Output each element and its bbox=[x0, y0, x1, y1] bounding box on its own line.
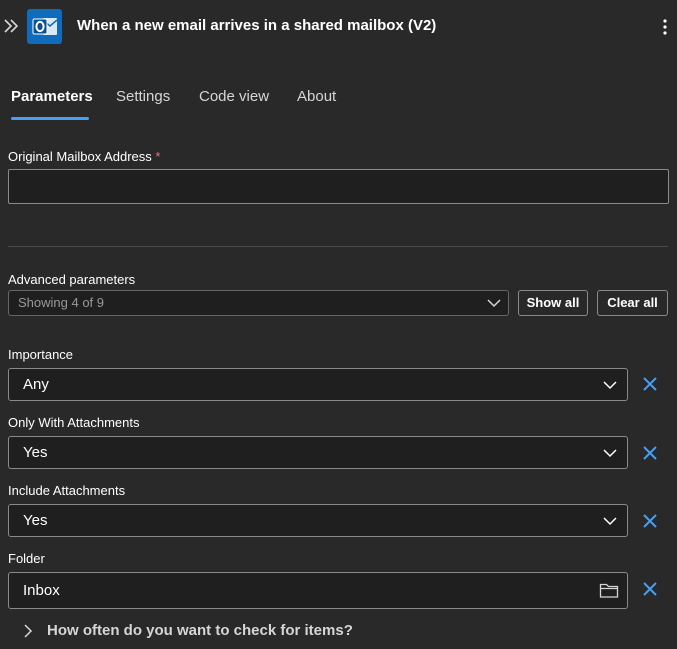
advanced-parameters-selector-text: Showing 4 of 9 bbox=[18, 295, 105, 310]
mailbox-address-label: Original Mailbox Address * bbox=[8, 149, 160, 164]
mailbox-address-input[interactable] bbox=[8, 169, 669, 204]
outlook-icon bbox=[27, 9, 62, 44]
remove-only-with-attachments-icon[interactable] bbox=[641, 444, 659, 462]
include-attachments-dropdown[interactable]: Yes bbox=[8, 504, 628, 537]
section-divider bbox=[8, 246, 668, 247]
remove-include-attachments-icon[interactable] bbox=[641, 512, 659, 530]
chevron-down-icon bbox=[603, 381, 617, 390]
mailbox-address-label-text: Original Mailbox Address bbox=[8, 149, 152, 164]
chevron-down-icon bbox=[603, 449, 617, 458]
clear-all-button[interactable]: Clear all bbox=[597, 290, 668, 316]
show-all-button[interactable]: Show all bbox=[518, 290, 588, 316]
more-options-button[interactable] bbox=[658, 17, 672, 37]
tab-settings[interactable]: Settings bbox=[116, 88, 170, 105]
include-attachments-value: Yes bbox=[23, 512, 48, 529]
only-with-attachments-dropdown[interactable]: Yes bbox=[8, 436, 628, 469]
active-tab-indicator bbox=[11, 117, 89, 120]
double-chevron-right-icon bbox=[4, 19, 19, 33]
only-with-attachments-value: Yes bbox=[23, 444, 48, 461]
chevron-right-icon bbox=[24, 624, 33, 638]
tab-parameters[interactable]: Parameters bbox=[11, 88, 93, 105]
check-frequency-label: How often do you want to check for items… bbox=[47, 622, 353, 639]
importance-dropdown[interactable]: Any bbox=[8, 368, 628, 401]
trigger-title: When a new email arrives in a shared mai… bbox=[77, 17, 437, 34]
tab-code-view[interactable]: Code view bbox=[199, 88, 269, 105]
only-with-attachments-label: Only With Attachments bbox=[8, 415, 140, 430]
chevron-down-icon bbox=[603, 517, 617, 526]
folder-label: Folder bbox=[8, 551, 45, 566]
importance-value: Any bbox=[23, 376, 49, 393]
remove-importance-icon[interactable] bbox=[641, 375, 659, 393]
more-vertical-icon bbox=[663, 19, 667, 35]
chevron-down-icon bbox=[487, 299, 501, 308]
advanced-parameters-select[interactable]: Showing 4 of 9 bbox=[8, 290, 509, 316]
remove-folder-icon[interactable] bbox=[641, 580, 659, 598]
folder-icon[interactable] bbox=[599, 581, 619, 599]
folder-input[interactable]: Inbox bbox=[8, 572, 628, 609]
advanced-parameters-label: Advanced parameters bbox=[8, 272, 136, 287]
folder-value: Inbox bbox=[23, 582, 60, 599]
include-attachments-label: Include Attachments bbox=[8, 483, 126, 498]
tab-about[interactable]: About bbox=[297, 88, 336, 105]
collapse-panel-button[interactable] bbox=[3, 17, 19, 35]
required-marker: * bbox=[155, 149, 161, 164]
importance-label: Importance bbox=[8, 347, 74, 362]
